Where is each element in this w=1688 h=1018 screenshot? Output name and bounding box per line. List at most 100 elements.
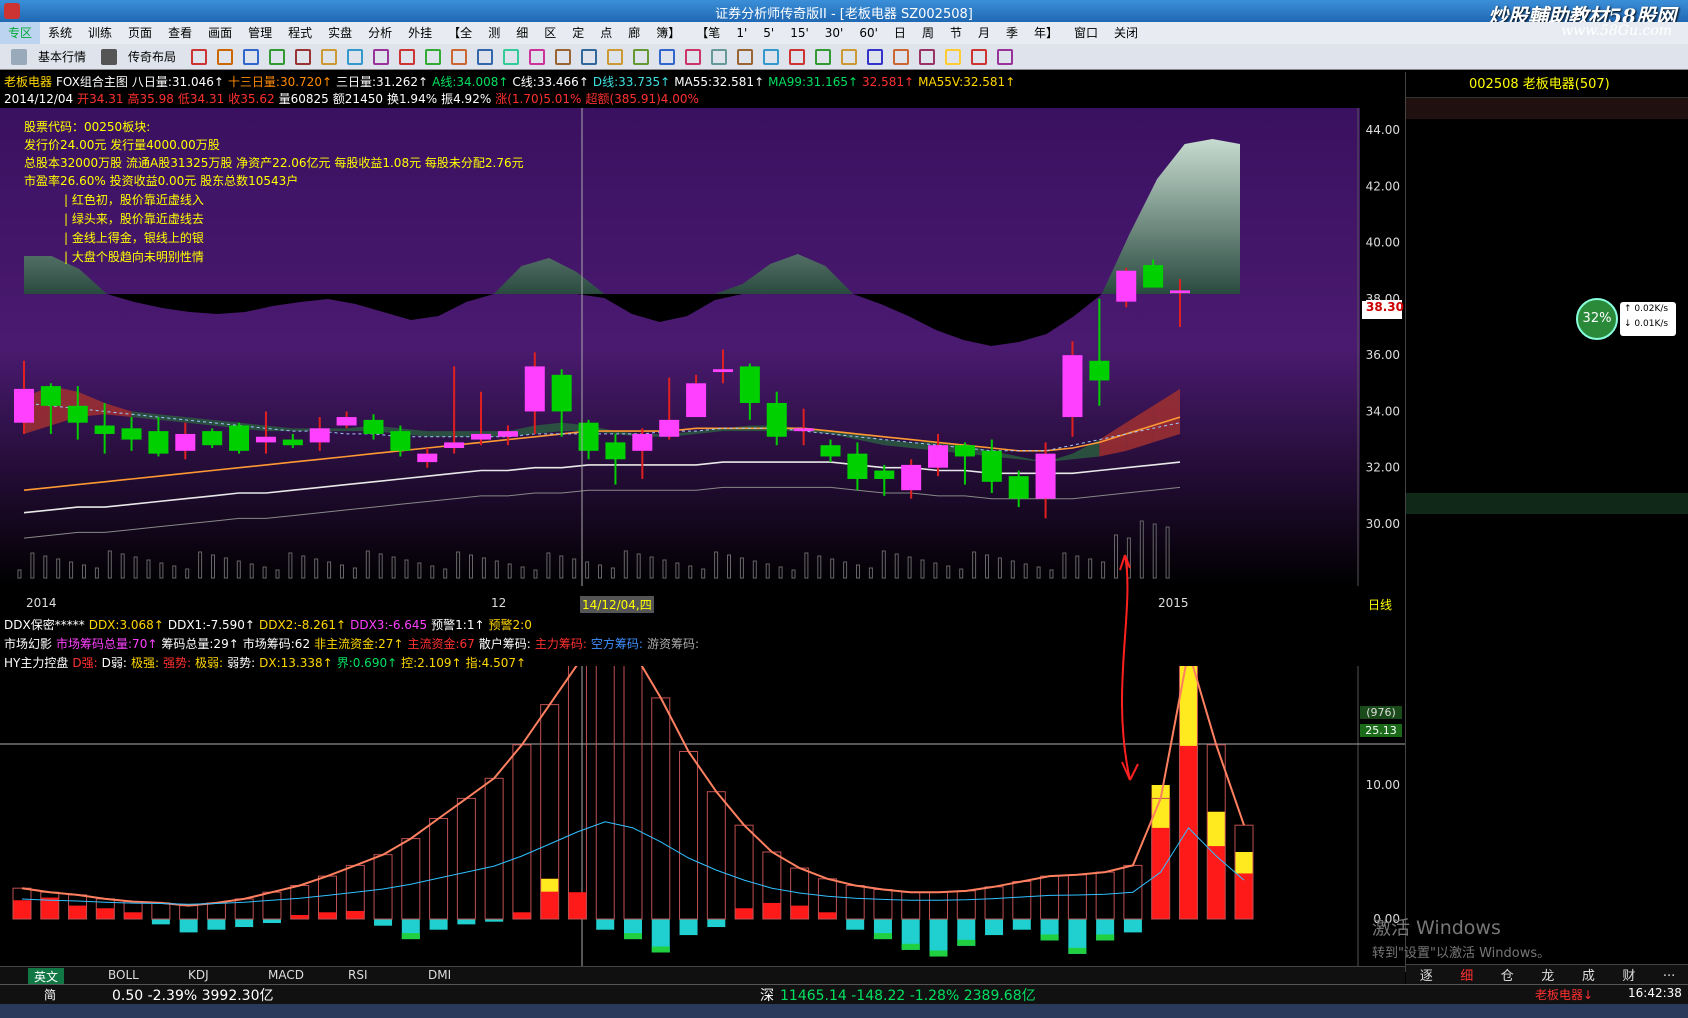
market-dropdown[interactable]: 基本行情 <box>32 48 96 65</box>
stat-row[interactable] <box>1406 368 1688 389</box>
indicator-tab[interactable]: RSI <box>348 968 368 982</box>
menu-item-17[interactable]: 廊 <box>620 22 648 44</box>
tick-row[interactable] <box>1406 576 1688 597</box>
tool-icon-19[interactable] <box>685 48 702 65</box>
sell-row[interactable] <box>1406 160 1688 181</box>
tool-icon-5[interactable] <box>321 48 338 65</box>
tick-row[interactable] <box>1406 784 1688 805</box>
menu-item-4[interactable]: 查看 <box>160 22 200 44</box>
tick-row[interactable] <box>1406 826 1688 847</box>
ddx-subchart[interactable]: 20.0010.000.00 <box>0 666 1405 966</box>
buy-row[interactable] <box>1406 264 1688 285</box>
menu-item-30[interactable]: 年】 <box>1026 22 1066 44</box>
tick-row[interactable] <box>1406 535 1688 556</box>
tool-icon-31[interactable] <box>997 48 1014 65</box>
tool-icon-24[interactable] <box>815 48 832 65</box>
tool-icon-21[interactable] <box>737 48 754 65</box>
tool-icon-23[interactable] <box>789 48 806 65</box>
menu-item-26[interactable]: 周 <box>914 22 942 44</box>
menu-item-20[interactable]: 1' <box>728 22 755 44</box>
tool-icon-6[interactable] <box>347 48 364 65</box>
menu-item-18[interactable]: 簿】 <box>648 22 688 44</box>
tool-icon-11[interactable] <box>477 48 494 65</box>
quote-tab[interactable]: 龙 <box>1541 965 1554 984</box>
tool-icon-17[interactable] <box>633 48 650 65</box>
menu-item-16[interactable]: 点 <box>592 22 620 44</box>
stat-row[interactable] <box>1406 493 1688 514</box>
menu-item-22[interactable]: 15' <box>782 22 817 44</box>
menu-item-1[interactable]: 系统 <box>40 22 80 44</box>
menu-item-24[interactable]: 60' <box>851 22 886 44</box>
stat-row[interactable] <box>1406 389 1688 410</box>
menu-item-14[interactable]: 区 <box>536 22 564 44</box>
tool-icon-13[interactable] <box>529 48 546 65</box>
tick-row[interactable] <box>1406 722 1688 743</box>
sell-row[interactable] <box>1406 181 1688 202</box>
menu-item-29[interactable]: 季 <box>998 22 1026 44</box>
menu-item-6[interactable]: 管理 <box>240 22 280 44</box>
tick-row[interactable] <box>1406 660 1688 681</box>
menu-item-12[interactable]: 测 <box>480 22 508 44</box>
tool-icon-18[interactable] <box>659 48 676 65</box>
menu-item-23[interactable]: 30' <box>817 22 852 44</box>
tick-row[interactable] <box>1406 701 1688 722</box>
indicator-tab[interactable]: DMI <box>428 968 451 982</box>
tool-icon-20[interactable] <box>711 48 728 65</box>
status-stock[interactable]: 老板电器↓ <box>1535 986 1593 1003</box>
tool-icon-26[interactable] <box>867 48 884 65</box>
tool-icon-4[interactable] <box>295 48 312 65</box>
layout-icon[interactable] <box>101 48 118 65</box>
status-left-icons[interactable]: 简 <box>44 986 56 1003</box>
menu-item-8[interactable]: 实盘 <box>320 22 360 44</box>
tool-icon-0[interactable] <box>191 48 208 65</box>
tool-icon-3[interactable] <box>269 48 286 65</box>
menu-item-27[interactable]: 节 <box>942 22 970 44</box>
tool-icon-15[interactable] <box>581 48 598 65</box>
menu-item-7[interactable]: 程式 <box>280 22 320 44</box>
menu-item-21[interactable]: 5' <box>755 22 782 44</box>
tool-icon-1[interactable] <box>217 48 234 65</box>
menu-item-13[interactable]: 细 <box>508 22 536 44</box>
stat-row[interactable] <box>1406 431 1688 452</box>
quote-tab[interactable]: 仓 <box>1501 965 1514 984</box>
quote-tab[interactable]: 成 <box>1582 965 1595 984</box>
tick-row[interactable] <box>1406 556 1688 577</box>
menu-item-32[interactable]: 关闭 <box>1106 22 1146 44</box>
stat-row[interactable] <box>1406 348 1688 369</box>
menu-item-3[interactable]: 页面 <box>120 22 160 44</box>
tool-icon-7[interactable] <box>373 48 390 65</box>
stat-row[interactable] <box>1406 410 1688 431</box>
stat-row[interactable] <box>1406 472 1688 493</box>
tick-row[interactable] <box>1406 618 1688 639</box>
tick-row[interactable] <box>1406 514 1688 535</box>
menu-item-9[interactable]: 分析 <box>360 22 400 44</box>
indicator-tab[interactable]: BOLL <box>108 968 139 982</box>
tool-icon-10[interactable] <box>451 48 468 65</box>
buy-row[interactable] <box>1406 244 1688 265</box>
tool-icon-2[interactable] <box>243 48 260 65</box>
sell-row[interactable] <box>1406 140 1688 161</box>
period-label[interactable]: 日线 <box>1368 596 1392 613</box>
menu-item-10[interactable]: 外挂 <box>400 22 440 44</box>
tick-row[interactable] <box>1406 639 1688 660</box>
quote-tab[interactable]: 细 <box>1460 965 1473 984</box>
indicator-tab[interactable]: MACD <box>268 968 304 982</box>
tool-icon-30[interactable] <box>971 48 988 65</box>
tool-icon-16[interactable] <box>607 48 624 65</box>
menu-item-2[interactable]: 训练 <box>80 22 120 44</box>
tick-row[interactable] <box>1406 805 1688 826</box>
tool-icon-12[interactable] <box>503 48 520 65</box>
tool-icon-25[interactable] <box>841 48 858 65</box>
stat-row[interactable] <box>1406 452 1688 473</box>
quote-tab[interactable]: ... <box>1663 965 1675 984</box>
tool-icon-8[interactable] <box>399 48 416 65</box>
menu-item-19[interactable]: 【笔 <box>688 22 728 44</box>
indicator-tab[interactable]: 英文 <box>28 968 65 985</box>
tool-icon-14[interactable] <box>555 48 572 65</box>
tool-icon-22[interactable] <box>763 48 780 65</box>
menu-item-11[interactable]: 【全 <box>440 22 480 44</box>
layout-dropdown[interactable]: 传奇布局 <box>122 48 186 65</box>
tick-row[interactable] <box>1406 888 1688 909</box>
grid-icon[interactable] <box>11 48 27 65</box>
tick-row[interactable] <box>1406 847 1688 868</box>
